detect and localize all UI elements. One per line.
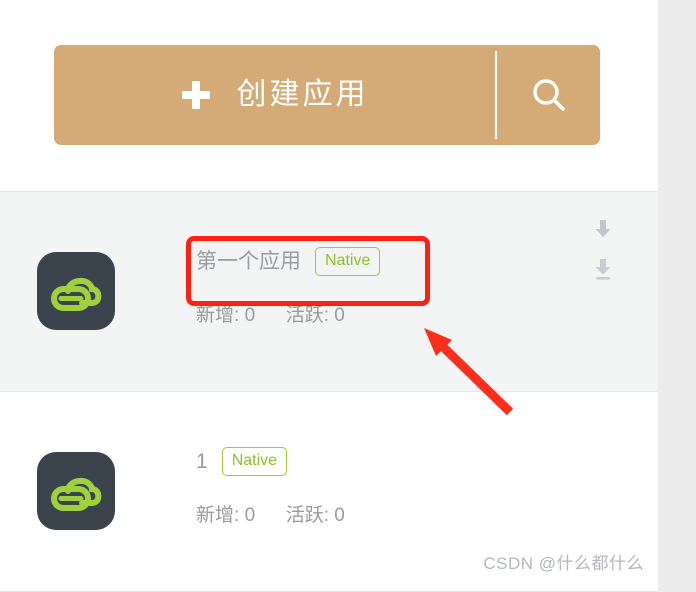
stat-new-value: 0 [244,305,256,326]
app-type-badge: Native [221,446,288,476]
stat-active-value: 0 [334,305,345,326]
app-title-line: 1 Native [196,444,588,478]
download-icon[interactable] [593,258,613,282]
watermark: CSDN @什么都什么 [483,554,644,573]
search-button[interactable] [497,45,600,145]
stat-active-label: 活跃: [285,305,329,326]
page-gutter [658,0,696,592]
stat-new-label: 新增: [196,305,240,326]
app-name: 第一个应用 [196,249,301,273]
app-page: 创建应用 第一个应用 Native 新增: 0 活跃: 0 1 Native 新… [0,0,658,592]
cloud-app-icon [37,452,115,530]
app-type-badge: Native [315,246,381,276]
app-list: 第一个应用 Native 新增: 0 活跃: 0 1 Native 新增: 0 … [0,192,658,592]
app-stats: 新增: 0 活跃: 0 [196,506,588,525]
plus-icon [181,80,211,110]
cloud-app-icon [37,252,115,330]
app-row-body: 1 Native 新增: 0 活跃: 0 [196,444,588,525]
app-row-body: 第一个应用 Native 新增: 0 活跃: 0 [196,244,588,325]
arrow-down-icon[interactable] [593,218,613,240]
stat-active-label: 活跃: [285,505,329,526]
stat-new-value: 0 [244,505,256,526]
stat-active-value: 0 [334,505,345,526]
page-header: 创建应用 [0,0,658,192]
create-app-label: 创建应用 [236,78,369,111]
action-bar: 创建应用 [54,45,600,145]
app-title-line: 第一个应用 Native [196,244,588,278]
app-name: 1 [196,449,208,473]
app-row-actions [590,218,616,282]
app-stats: 新增: 0 活跃: 0 [196,306,588,325]
create-app-button[interactable]: 创建应用 [54,45,495,145]
search-icon [528,74,570,116]
stat-new-label: 新增: [196,505,240,526]
app-list-item[interactable]: 第一个应用 Native 新增: 0 活跃: 0 [0,192,658,392]
